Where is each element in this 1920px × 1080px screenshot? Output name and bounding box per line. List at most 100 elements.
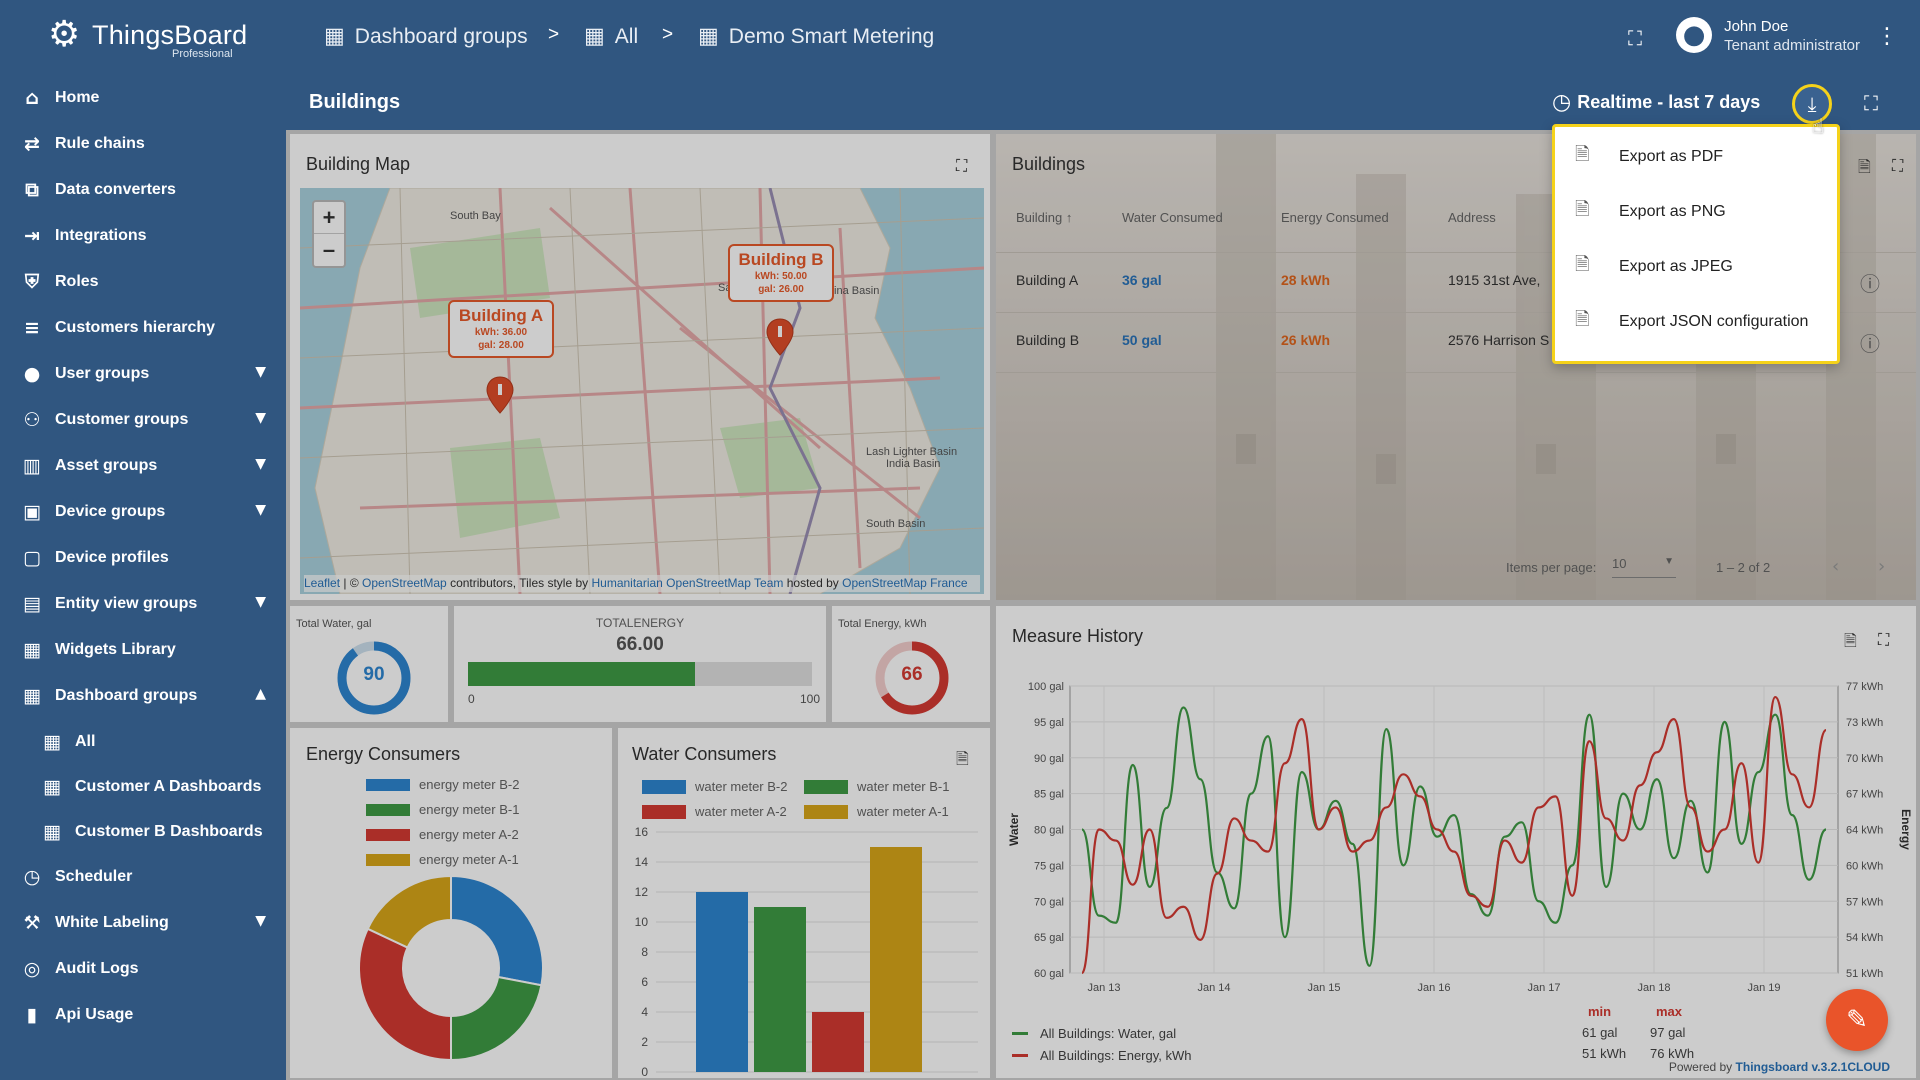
sidebar-item-scheduler[interactable]: ◷ Scheduler — [0, 854, 286, 900]
timewindow-button[interactable]: ◷ Realtime - last 7 days — [1552, 90, 1760, 115]
legend-label: energy meter A-1 — [419, 852, 519, 867]
sidebar-item-entity-view-groups[interactable]: ▤ Entity view groups ▼ — [0, 581, 286, 627]
fullscreen-icon[interactable]: ⛶ — [1628, 26, 1642, 50]
bar-min: 0 — [468, 692, 475, 706]
export-jpeg-menu-item[interactable]: 🗎 Export as JPEG — [1555, 239, 1837, 294]
chevron-down-icon[interactable]: ▼ — [255, 594, 266, 610]
chevron-up-icon[interactable]: ▲ — [255, 686, 266, 702]
sidebar-item-customer-groups[interactable]: ⚇ Customer groups ▼ — [0, 397, 286, 443]
prev-page-icon[interactable]: ‹ — [1832, 556, 1839, 577]
building-icon: ▥ — [23, 455, 41, 477]
sidebar-item-integrations[interactable]: ⇥ Integrations — [0, 213, 286, 259]
sidebar-item-home[interactable]: ⌂ Home — [0, 75, 286, 121]
pie-slice[interactable] — [450, 874, 544, 987]
y-tick-label: 80 gal — [1034, 825, 1064, 837]
export-file-icon[interactable]: 🗎 — [1844, 630, 1857, 657]
bar[interactable] — [696, 892, 748, 1072]
progress-fill — [468, 662, 696, 686]
breadcrumb-all[interactable]: ▦ All — [584, 24, 638, 49]
app-logo[interactable]: ⚙ ThingsBoard Professional — [0, 0, 286, 75]
zoom-in-button[interactable]: + — [314, 202, 344, 234]
column-header-building[interactable]: Building ↑ — [1016, 210, 1072, 225]
legend-item[interactable]: All Buildings: Water, gal — [1012, 1022, 1192, 1044]
version-link[interactable]: Thingsboard v.3.2.1CLOUD — [1736, 1060, 1890, 1074]
bar[interactable] — [812, 1012, 864, 1072]
x-tick-label: Jan 18 — [1637, 982, 1670, 994]
legend-min-value: 61 gal — [1582, 1025, 1618, 1040]
zoom-out-button[interactable]: – — [314, 234, 344, 266]
sidebar-item-dashboard-groups[interactable]: ▦ Dashboard groups ▲ — [0, 673, 286, 719]
chevron-down-icon[interactable]: ▼ — [255, 913, 266, 929]
sidebar-item-asset-groups[interactable]: ▥ Asset groups ▼ — [0, 443, 286, 489]
pie-slice[interactable] — [450, 975, 543, 1062]
map-pin-icon[interactable] — [485, 376, 515, 414]
next-page-icon[interactable]: › — [1878, 556, 1885, 577]
export-png-menu-item[interactable]: 🗎 Export as PNG — [1555, 184, 1837, 239]
legend-item[interactable]: energy meter A-2 — [366, 822, 519, 847]
chevron-down-icon[interactable]: ▼ — [255, 410, 266, 426]
legend-min-value: 51 kWh — [1582, 1046, 1627, 1061]
column-header-water[interactable]: Water Consumed — [1122, 210, 1223, 225]
sidebar-item-label: Home — [55, 89, 100, 106]
chevron-down-icon[interactable]: ▼ — [255, 502, 266, 518]
sidebar-item-all[interactable]: ▦ All — [0, 719, 286, 764]
sidebar-item-customer-b-dashboards[interactable]: ▦ Customer B Dashboards — [0, 809, 286, 854]
sidebar-item-roles[interactable]: ⛨ Roles — [0, 259, 286, 305]
bar[interactable] — [754, 907, 806, 1072]
bar-chart: 16 14 12 10 8 6 4 2 0 — [635, 825, 978, 1078]
breadcrumb-dashboard-groups[interactable]: ▦ Dashboard groups — [324, 24, 528, 49]
export-json-menu-item[interactable]: 🗎 Export JSON configuration — [1555, 294, 1837, 349]
sidebar-item-user-groups[interactable]: ● User groups ▼ — [0, 351, 286, 397]
bar[interactable] — [870, 847, 922, 1072]
legend-item[interactable]: energy meter B-1 — [366, 797, 519, 822]
info-icon[interactable]: ⓘ — [1860, 268, 1880, 297]
map[interactable]: South Bay China Basin Lash Lighter Basin… — [300, 188, 984, 594]
sidebar-item-white-labeling[interactable]: ⚒ White Labeling ▼ — [0, 900, 286, 946]
export-file-icon[interactable]: 🗎 — [1858, 156, 1871, 183]
more-vert-icon[interactable]: ⋮ — [1876, 24, 1898, 49]
legend-item[interactable]: All Buildings: Energy, kWh — [1012, 1044, 1192, 1066]
export-pdf-menu-item[interactable]: 🗎 Export as PDF — [1555, 129, 1837, 184]
y2-tick-label: 54 kWh — [1846, 932, 1883, 944]
info-icon[interactable]: ⓘ — [1860, 328, 1880, 357]
sidebar-item-widgets-library[interactable]: ▦ Widgets Library — [0, 627, 286, 673]
cell-energy: 28 kWh — [1281, 272, 1331, 288]
fullscreen-icon[interactable]: ⛶ — [956, 156, 967, 176]
dashboard-icon: ▦ — [698, 24, 719, 49]
chevron-down-icon[interactable]: ▼ — [255, 364, 266, 380]
hot-link[interactable]: Humanitarian OpenStreetMap Team — [591, 576, 783, 590]
user-menu[interactable]: ● John Doe Tenant administrator — [1676, 16, 1860, 54]
sidebar-item-rule-chains[interactable]: ⇄ Rule chains — [0, 121, 286, 167]
osm-france-link[interactable]: OpenStreetMap France — [842, 576, 967, 590]
fullscreen-icon[interactable]: ⛶ — [1892, 156, 1903, 176]
pie-slice[interactable] — [358, 927, 452, 1062]
sidebar-item-device-groups[interactable]: ▣ Device groups ▼ — [0, 489, 286, 535]
export-file-icon[interactable]: 🗎 — [956, 748, 969, 775]
clock-icon: ◷ — [23, 866, 41, 888]
sidebar-item-api-usage[interactable]: ▮ Api Usage — [0, 992, 286, 1038]
sidebar-item-customer-a-dashboards[interactable]: ▦ Customer A Dashboards — [0, 764, 286, 809]
column-header-energy[interactable]: Energy Consumed — [1281, 210, 1389, 225]
map-pin-icon[interactable] — [765, 318, 795, 356]
timewindow-label: Realtime - last 7 days — [1577, 92, 1761, 112]
map-attribution: Leaflet | © OpenStreetMap contributors, … — [304, 575, 980, 592]
osm-link[interactable]: OpenStreetMap — [362, 576, 447, 590]
avatar: ● — [1676, 17, 1713, 53]
legend-item[interactable]: energy meter B-2 — [366, 772, 519, 797]
items-per-page-select[interactable]: 10 ▼ — [1612, 556, 1676, 578]
fullscreen-icon[interactable]: ⛶ — [1878, 630, 1889, 650]
edit-dashboard-button[interactable]: ✎ — [1826, 989, 1888, 1051]
sidebar-item-customers-hierarchy[interactable]: ≡ Customers hierarchy — [0, 305, 286, 351]
leaflet-link[interactable]: Leaflet — [304, 576, 340, 590]
column-header-address[interactable]: Address — [1448, 210, 1496, 225]
cell-building: Building A — [1016, 272, 1079, 288]
sidebar-item-device-profiles[interactable]: ▢ Device profiles — [0, 535, 286, 581]
legend-item[interactable]: water meter B-1 — [804, 774, 966, 799]
widget-title: Measure History — [1012, 626, 1144, 646]
chevron-down-icon[interactable]: ▼ — [255, 456, 266, 472]
legend-item[interactable]: water meter B-2 — [642, 774, 804, 799]
sidebar-item-data-converters[interactable]: ⧉ Data converters — [0, 167, 286, 213]
fullscreen-icon[interactable]: ⛶ — [1864, 91, 1878, 115]
x-tick-label: Jan 13 — [1087, 982, 1120, 994]
sidebar-item-audit-logs[interactable]: ◎ Audit Logs — [0, 946, 286, 992]
